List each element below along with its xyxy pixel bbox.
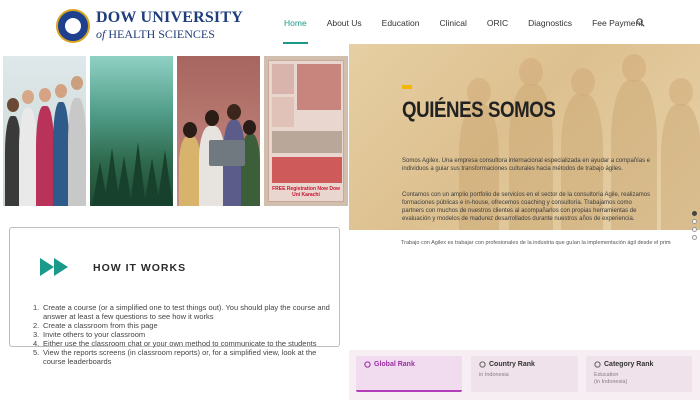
slider-dot[interactable]	[692, 219, 697, 224]
brand-name: DOW UNIVERSITY of HEALTH SCIENCES	[96, 9, 243, 41]
hero-paragraph-2: Contamos con un amplio portfolio de serv…	[402, 192, 651, 222]
students-group-photo	[3, 56, 86, 206]
rank-subtitle: Education (in Indonesia)	[594, 372, 627, 385]
rank-subtitle: in Indonesia	[479, 372, 509, 379]
laptop-icon	[209, 140, 245, 166]
registration-poster[interactable]: FREE Registration Now Dow Uni Karachi	[264, 56, 348, 206]
how-it-works-title: HOW IT WORKS	[93, 262, 187, 274]
hero-footer-text: Trabajo con Agilex es trabajar con profe…	[401, 240, 671, 246]
step-text: Either use the classroom chat or your ow…	[43, 339, 317, 348]
rank-subtitle-line: (in Indonesia)	[594, 378, 628, 385]
step-text: Invite others to your classroom	[43, 330, 146, 339]
students-laptop-photo	[177, 56, 260, 206]
nav-about-us[interactable]: About Us	[327, 0, 362, 46]
hero-paragraph-1: Somos Agilex. Una empresa consultora int…	[402, 158, 651, 172]
rank-title-text: Global Rank	[374, 361, 415, 368]
double-play-icon	[40, 258, 68, 276]
search-icon[interactable]	[636, 18, 645, 27]
university-seal-icon	[56, 9, 90, 43]
brand-health-sciences: HEALTH SCIENCES	[108, 27, 215, 41]
poster-caption: FREE Registration Now Dow Uni Karachi	[272, 186, 340, 198]
step-number: 1.	[33, 303, 40, 312]
site-header: DOW UNIVERSITY of HEALTH SCIENCES Home A…	[0, 0, 700, 46]
hero-accent-bar	[402, 85, 412, 89]
list-item: 5. View the reports screens (in classroo…	[33, 348, 333, 366]
step-text: Create a classroom from this page	[43, 321, 158, 330]
rank-title-text: Country Rank	[489, 361, 535, 368]
category-rank-tab[interactable]: Category Rank Education (in Indonesia)	[586, 356, 692, 392]
slider-dots	[692, 211, 700, 243]
step-number: 2.	[33, 321, 40, 330]
rank-title: Category Rank	[594, 361, 653, 368]
how-it-works-steps: 1. Create a course (or a simplified one …	[33, 303, 333, 366]
country-rank-tab[interactable]: Country Rank in Indonesia	[471, 356, 578, 392]
nav-clinical[interactable]: Clinical	[439, 0, 466, 46]
trophy-icon	[364, 361, 371, 368]
main-nav: Home About Us Education Clinical ORIC Di…	[283, 0, 663, 46]
brand-line-2: of HEALTH SCIENCES	[96, 28, 243, 40]
quienes-somos-hero: QUIÉNES SOMOS Somos Agilex. Una empresa …	[349, 44, 700, 230]
slider-dot[interactable]	[692, 211, 697, 216]
brand-line-1: DOW UNIVERSITY	[96, 9, 243, 26]
slider-dot[interactable]	[692, 235, 697, 240]
list-item: 1. Create a course (or a simplified one …	[33, 303, 333, 321]
step-text: Create a course (or a simplified one to …	[43, 303, 330, 321]
nav-oric[interactable]: ORIC	[487, 0, 508, 46]
nav-education[interactable]: Education	[382, 0, 420, 46]
nav-home[interactable]: Home	[283, 0, 308, 46]
flag-icon	[479, 361, 486, 368]
rank-title-text: Category Rank	[604, 361, 654, 368]
global-rank-tab[interactable]: Global Rank	[356, 356, 462, 392]
hero-title: QUIÉNES SOMOS	[402, 97, 556, 122]
rank-subtitle-line: in Indonesia	[479, 372, 509, 378]
slider-dot[interactable]	[692, 227, 697, 232]
list-item: 3. Invite others to your classroom	[33, 330, 333, 339]
nav-diagnostics[interactable]: Diagnostics	[528, 0, 572, 46]
rank-title: Country Rank	[479, 361, 535, 368]
step-text: View the reports screens (in classroom r…	[43, 348, 317, 366]
forest-landscape-photo	[90, 56, 173, 206]
step-number: 5.	[33, 348, 40, 357]
list-item: 4. Either use the classroom chat or your…	[33, 339, 333, 348]
brand-of: of	[96, 27, 106, 41]
category-icon	[594, 361, 601, 368]
list-item: 2. Create a classroom from this page	[33, 321, 333, 330]
university-logo[interactable]: DOW UNIVERSITY of HEALTH SCIENCES	[56, 9, 243, 43]
rank-title: Global Rank	[364, 361, 415, 368]
step-number: 3.	[33, 330, 40, 339]
step-number: 4.	[33, 339, 40, 348]
